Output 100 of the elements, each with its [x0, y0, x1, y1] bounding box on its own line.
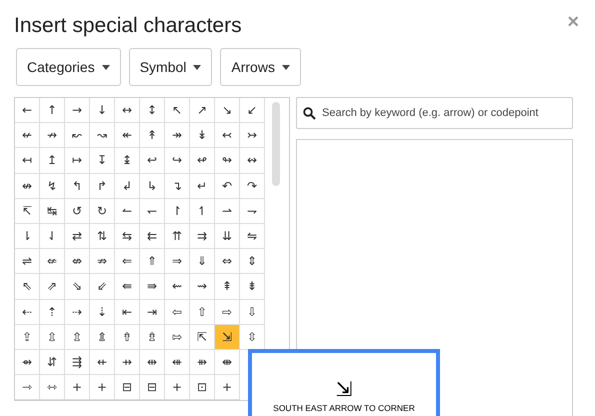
character-cell[interactable]: + [65, 375, 90, 400]
character-cell[interactable]: ↽ [140, 198, 165, 224]
character-cell[interactable]: ⇧ [190, 300, 215, 325]
character-cell[interactable]: ⇿ [40, 375, 65, 400]
character-cell[interactable]: ⇖ [15, 274, 40, 300]
character-cell[interactable]: ⇘ [65, 274, 90, 300]
character-cell[interactable]: ↾ [165, 198, 190, 224]
character-cell[interactable]: ⇆ [115, 224, 140, 250]
character-cell[interactable]: ↺ [65, 198, 90, 224]
character-cell[interactable]: ⇚ [115, 274, 140, 300]
character-cell[interactable]: ↭ [240, 148, 265, 174]
character-cell[interactable]: ⇀ [215, 198, 240, 224]
character-cell[interactable]: ⇮ [115, 324, 140, 350]
character-cell[interactable]: ⇝ [190, 274, 215, 300]
character-cell[interactable]: ⇱ [190, 324, 215, 350]
character-cell[interactable]: ⇉ [190, 224, 215, 250]
character-cell[interactable]: + [215, 375, 240, 400]
character-cell[interactable]: ↛ [40, 123, 65, 148]
character-cell[interactable]: ⇲ [215, 324, 240, 350]
character-cell[interactable]: ↰ [65, 174, 90, 199]
character-cell[interactable]: ⇃ [40, 224, 65, 250]
character-cell[interactable]: ← [15, 98, 40, 124]
character-cell[interactable]: ⇊ [215, 224, 240, 250]
character-cell[interactable]: ↸ [15, 198, 40, 224]
character-cell[interactable]: ↮ [15, 174, 40, 199]
character-cell[interactable]: ⇏ [90, 249, 115, 274]
character-cell[interactable]: ⇼ [215, 350, 240, 376]
character-cell[interactable]: ⊟ [115, 375, 140, 400]
character-cell[interactable]: ↫ [190, 148, 215, 174]
character-cell[interactable]: ⇡ [40, 300, 65, 325]
character-cell[interactable]: ↜ [65, 123, 90, 148]
character-cell[interactable]: ↖ [165, 98, 190, 124]
character-cell[interactable]: ↲ [115, 174, 140, 199]
character-cell[interactable]: ↗ [190, 98, 215, 124]
character-cell[interactable]: ↙ [240, 98, 265, 124]
character-cell[interactable]: ↑ [40, 98, 65, 124]
character-cell[interactable]: → [65, 98, 90, 124]
character-cell[interactable]: ⇴ [15, 350, 40, 376]
character-cell[interactable]: ⇥ [140, 300, 165, 325]
character-cell[interactable]: ↴ [165, 174, 190, 199]
character-cell[interactable]: ⊟ [140, 375, 165, 400]
character-cell[interactable]: ⇰ [165, 324, 190, 350]
character-cell[interactable]: ↯ [40, 174, 65, 199]
character-cell[interactable]: ⇯ [140, 324, 165, 350]
character-cell[interactable]: ↩ [140, 148, 165, 174]
character-cell[interactable]: ⇟ [240, 274, 265, 300]
character-cell[interactable]: ⇇ [140, 224, 165, 250]
character-cell[interactable]: ⇵ [40, 350, 65, 376]
character-cell[interactable]: ⇓ [190, 249, 215, 274]
character-cell[interactable]: ↠ [165, 123, 190, 148]
character-cell[interactable]: ↻ [90, 198, 115, 224]
character-cell[interactable]: ↦ [65, 148, 90, 174]
character-cell[interactable]: ⇩ [240, 300, 265, 325]
character-cell[interactable]: ⇔ [215, 249, 240, 274]
character-cell[interactable]: + [90, 375, 115, 400]
character-cell[interactable]: ↵ [190, 174, 215, 199]
character-cell[interactable]: ↝ [90, 123, 115, 148]
character-cell[interactable]: ⇈ [165, 224, 190, 250]
character-cell[interactable]: ⇨ [215, 300, 240, 325]
character-cell[interactable]: ⇣ [90, 300, 115, 325]
character-cell[interactable]: ↣ [240, 123, 265, 148]
character-cell[interactable]: ⇕ [240, 249, 265, 274]
character-cell[interactable]: ⇜ [165, 274, 190, 300]
character-cell[interactable]: ↳ [140, 174, 165, 199]
character-cell[interactable]: ⇫ [40, 324, 65, 350]
character-cell[interactable]: ⇅ [90, 224, 115, 250]
scrollbar-thumb[interactable] [272, 102, 280, 186]
character-cell[interactable]: ↬ [215, 148, 240, 174]
character-cell[interactable]: ↥ [40, 148, 65, 174]
character-cell[interactable]: ⇺ [165, 350, 190, 376]
character-cell[interactable]: ⇤ [115, 300, 140, 325]
character-cell[interactable]: ⇑ [140, 249, 165, 274]
character-cell[interactable]: ⇸ [115, 350, 140, 376]
character-cell[interactable]: ↘ [215, 98, 240, 124]
character-cell[interactable]: ⇍ [40, 249, 65, 274]
character-cell[interactable]: ⇹ [140, 350, 165, 376]
character-cell[interactable]: ↓ [90, 98, 115, 124]
character-cell[interactable]: + [165, 375, 190, 400]
character-cell[interactable]: ↤ [15, 148, 40, 174]
character-cell[interactable]: ⇎ [65, 249, 90, 274]
character-cell[interactable]: ↚ [15, 123, 40, 148]
character-cell[interactable]: ⇢ [65, 300, 90, 325]
character-cell[interactable]: ⇁ [240, 198, 265, 224]
category-dropdown[interactable]: Arrows [220, 48, 301, 86]
character-cell[interactable]: ↧ [90, 148, 115, 174]
character-cell[interactable]: ↹ [40, 198, 65, 224]
character-cell[interactable]: ⇙ [90, 274, 115, 300]
character-cell[interactable]: ⇗ [40, 274, 65, 300]
character-cell[interactable]: ⇾ [15, 375, 40, 400]
character-cell[interactable]: ⇳ [240, 324, 265, 350]
search-input[interactable]: Search by keyword (e.g. arrow) or codepoint [322, 104, 566, 122]
character-cell[interactable]: ↟ [140, 123, 165, 148]
character-cell[interactable]: ⇋ [240, 224, 265, 250]
character-cell[interactable]: ⇻ [190, 350, 215, 376]
character-cell[interactable]: ⇠ [15, 300, 40, 325]
character-cell[interactable]: ⇌ [15, 249, 40, 274]
character-cell[interactable]: ⇂ [15, 224, 40, 250]
character-cell[interactable]: ↡ [190, 123, 215, 148]
character-cell[interactable]: ⇷ [90, 350, 115, 376]
character-cell[interactable]: ⇦ [165, 300, 190, 325]
